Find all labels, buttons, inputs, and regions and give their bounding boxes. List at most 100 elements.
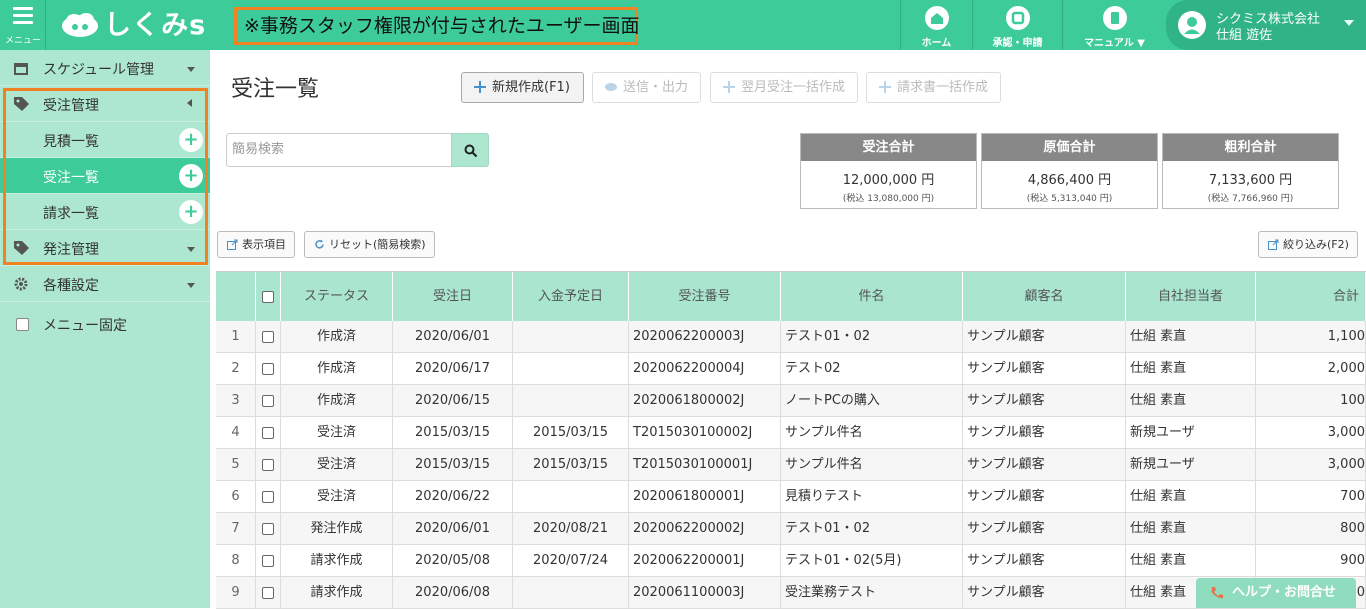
nav-manual[interactable]: マニュアル ▼ bbox=[1062, 0, 1166, 50]
tag-icon bbox=[14, 97, 29, 111]
row-checkbox[interactable] bbox=[262, 330, 274, 343]
row-customer: サンプル顧客 bbox=[963, 513, 1126, 545]
row-checkbox[interactable] bbox=[262, 554, 274, 567]
external-link-icon bbox=[1268, 239, 1279, 250]
row-customer: サンプル顧客 bbox=[963, 545, 1126, 577]
search-button[interactable] bbox=[451, 133, 489, 167]
plus-icon bbox=[723, 81, 735, 93]
row-subject: テスト01・02 bbox=[781, 321, 963, 353]
header-order-date[interactable]: 受注日 bbox=[393, 272, 513, 322]
sidebar-item-estimate-list[interactable]: 見積一覧 + bbox=[0, 122, 210, 158]
next-month-bulk-label: 翌月受注一括作成 bbox=[741, 80, 846, 95]
summary-tax: (税込 13,080,000 円) bbox=[842, 194, 935, 204]
header-subject[interactable]: 件名 bbox=[781, 272, 963, 322]
user-avatar-icon bbox=[1178, 11, 1206, 39]
display-items-label: 表示項目 bbox=[242, 238, 286, 251]
user-menu[interactable]: シクミス株式会社 仕組 遊佐 bbox=[1166, 0, 1366, 50]
row-payment-date: 2020/07/24 bbox=[513, 545, 629, 577]
phone-icon bbox=[1211, 587, 1223, 599]
row-subject: テスト01・02(5月) bbox=[781, 545, 963, 577]
row-order-number: T2015030100002J bbox=[629, 417, 781, 449]
search-input[interactable]: 簡易検索 bbox=[226, 133, 452, 167]
permission-notice: ※事務スタッフ権限が付与されたユーザー画面 bbox=[234, 7, 640, 45]
reset-button[interactable]: リセット(簡易検索) bbox=[304, 231, 435, 258]
row-subject: 見積りテスト bbox=[781, 481, 963, 513]
table-row[interactable]: 1 作成済 2020/06/01 2020062200003J テスト01・02 サンプル… bbox=[216, 321, 1366, 353]
row-payment-date bbox=[513, 481, 629, 513]
row-checkbox[interactable] bbox=[262, 522, 274, 535]
row-checkbox-cell bbox=[256, 577, 281, 609]
help-contact-button[interactable]: ヘルプ・お問合せ bbox=[1196, 578, 1356, 608]
help-contact-label: ヘルプ・お問合せ bbox=[1232, 585, 1337, 600]
table-row[interactable]: 8 請求作成 2020/05/08 2020/07/24 2020062200001J テ… bbox=[216, 545, 1366, 577]
sidebar-item-order-list[interactable]: 受注一覧 + bbox=[0, 158, 210, 194]
header-order-number[interactable]: 受注番号 bbox=[629, 272, 781, 322]
row-subject: テスト02 bbox=[781, 353, 963, 385]
row-checkbox[interactable] bbox=[262, 394, 274, 407]
header-select-all bbox=[256, 272, 281, 322]
row-customer: サンプル顧客 bbox=[963, 481, 1126, 513]
row-subject: サンプル件名 bbox=[781, 417, 963, 449]
row-checkbox[interactable] bbox=[262, 426, 274, 439]
row-checkbox-cell bbox=[256, 385, 281, 417]
send-output-button[interactable]: 送信・出力 bbox=[592, 72, 701, 103]
header-status[interactable]: ステータス bbox=[281, 272, 393, 322]
table-row[interactable]: 9 請求作成 2020/06/08 2020061100003J 受注業務テスト サンプル… bbox=[216, 577, 1366, 609]
row-subject: テスト01・02 bbox=[781, 513, 963, 545]
sidebar-item-schedule[interactable]: スケジュール管理 bbox=[0, 50, 210, 86]
menu-button[interactable]: メニュー bbox=[0, 0, 46, 50]
row-checkbox[interactable] bbox=[262, 586, 274, 599]
row-order-date: 2020/05/08 bbox=[393, 545, 513, 577]
sidebar-item-order-mgmt[interactable]: 受注管理 bbox=[0, 86, 210, 122]
row-index: 4 bbox=[216, 417, 256, 449]
header-total[interactable]: 合計 bbox=[1256, 272, 1366, 322]
menu-fix-checkbox[interactable] bbox=[16, 318, 29, 331]
sidebar-item-label: 請求一覧 bbox=[43, 206, 99, 222]
table-row[interactable]: 5 受注済 2015/03/15 2015/03/15 T2015030100001J サ… bbox=[216, 449, 1366, 481]
plus-icon bbox=[474, 81, 486, 93]
sidebar-item-invoice-list[interactable]: 請求一覧 + bbox=[0, 194, 210, 230]
select-all-checkbox[interactable] bbox=[262, 290, 274, 303]
header-payment-date[interactable]: 入金予定日 bbox=[513, 272, 629, 322]
sidebar-item-settings[interactable]: 各種設定 bbox=[0, 266, 210, 302]
table-row[interactable]: 2 作成済 2020/06/17 2020062200004J テスト02 サンプル顧客仕… bbox=[216, 353, 1366, 385]
table-row[interactable]: 6 受注済 2020/06/22 2020061800001J 見積りテスト サンプル顧客… bbox=[216, 481, 1366, 513]
invoice-bulk-button[interactable]: 請求書一括作成 bbox=[866, 72, 1001, 103]
display-items-button[interactable]: 表示項目 bbox=[217, 231, 295, 258]
row-checkbox[interactable] bbox=[262, 458, 274, 471]
sidebar-item-purchase-mgmt[interactable]: 発注管理 bbox=[0, 230, 210, 266]
sidebar-item-label: 発注管理 bbox=[43, 242, 99, 258]
nav-approval[interactable]: 承認・申請 bbox=[972, 0, 1062, 50]
table-row[interactable]: 7 発注作成 2020/06/01 2020/08/21 2020062200002J テ… bbox=[216, 513, 1366, 545]
next-month-bulk-button[interactable]: 翌月受注一括作成 bbox=[710, 72, 858, 103]
new-order-button[interactable]: 新規作成(F1) bbox=[461, 72, 584, 103]
row-checkbox[interactable] bbox=[262, 362, 274, 375]
filter-button[interactable]: 絞り込み(F2) bbox=[1258, 231, 1358, 258]
summary-label: 受注合計 bbox=[801, 134, 976, 161]
plus-icon bbox=[879, 81, 891, 93]
table-row[interactable]: 3 作成済 2020/06/15 2020061800002J ノートPCの購入 サンプル… bbox=[216, 385, 1366, 417]
app-logo[interactable]: しくみs bbox=[60, 9, 215, 43]
row-status: 請求作成 bbox=[281, 545, 393, 577]
row-status: 作成済 bbox=[281, 385, 393, 417]
nav-home[interactable]: ホーム bbox=[900, 0, 972, 50]
add-order-icon[interactable]: + bbox=[179, 164, 203, 188]
header-customer[interactable]: 顧客名 bbox=[963, 272, 1126, 322]
row-subject: 受注業務テスト bbox=[781, 577, 963, 609]
app-header: メニュー しくみs ※事務スタッフ権限が付与されたユーザー画面 ホーム 承認・申… bbox=[0, 0, 1366, 50]
filter-label: 絞り込み(F2) bbox=[1283, 238, 1349, 251]
refresh-icon bbox=[315, 239, 324, 249]
add-estimate-icon[interactable]: + bbox=[179, 128, 203, 152]
sidebar-item-label: 受注一覧 bbox=[43, 170, 99, 186]
table-row[interactable]: 4 受注済 2015/03/15 2015/03/15 T2015030100002J サ… bbox=[216, 417, 1366, 449]
search-icon bbox=[464, 144, 478, 158]
row-total: 800 bbox=[1256, 513, 1366, 545]
page-title: 受注一覧 bbox=[231, 77, 320, 102]
cloud-logo-icon bbox=[62, 13, 98, 37]
row-staff: 仕組 素直 bbox=[1126, 481, 1256, 513]
header-staff[interactable]: 自社担当者 bbox=[1126, 272, 1256, 322]
add-invoice-icon[interactable]: + bbox=[179, 200, 203, 224]
row-customer: サンプル顧客 bbox=[963, 449, 1126, 481]
hamburger-icon bbox=[13, 7, 33, 28]
row-checkbox[interactable] bbox=[262, 490, 274, 503]
